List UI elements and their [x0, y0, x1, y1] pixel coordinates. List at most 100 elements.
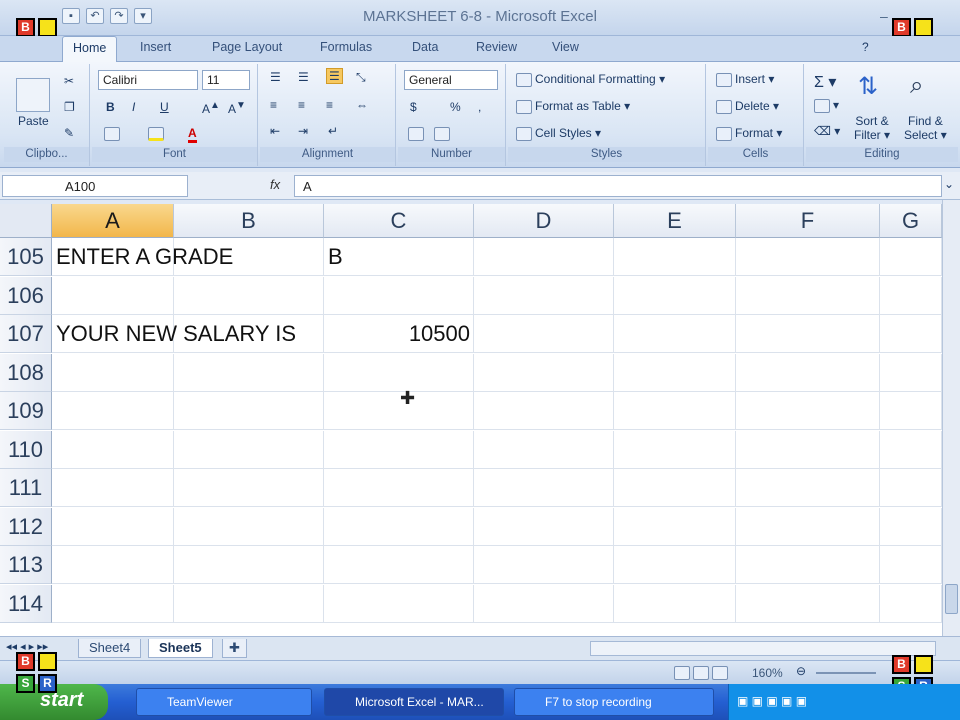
- cell[interactable]: [880, 238, 942, 276]
- cell[interactable]: [174, 392, 324, 430]
- cell[interactable]: [474, 584, 614, 623]
- cell[interactable]: [736, 392, 880, 430]
- grow-font-icon[interactable]: A▲: [202, 100, 220, 116]
- find-binoculars-icon[interactable]: ⌕: [910, 72, 923, 100]
- align-left-icon[interactable]: ≡: [270, 98, 277, 112]
- cell[interactable]: [174, 469, 324, 507]
- cell[interactable]: [474, 353, 614, 392]
- tab-page-layout[interactable]: Page Layout: [212, 40, 282, 54]
- currency-button[interactable]: $: [410, 100, 417, 114]
- cell[interactable]: [614, 507, 736, 546]
- insert-function-button[interactable]: fx: [270, 177, 280, 192]
- autosum-icon[interactable]: Σ ▾: [814, 72, 836, 92]
- cell[interactable]: [174, 353, 324, 392]
- row-header[interactable]: 110: [0, 430, 52, 469]
- column-header-e[interactable]: E: [614, 204, 736, 238]
- paste-icon[interactable]: [16, 78, 50, 112]
- cell[interactable]: [474, 315, 614, 353]
- tab-data[interactable]: Data: [412, 40, 438, 54]
- row-header[interactable]: 112: [0, 507, 52, 546]
- cell[interactable]: [174, 507, 324, 546]
- cell-c-value[interactable]: [324, 431, 470, 469]
- delete-cells-button[interactable]: Delete ▾: [716, 99, 779, 114]
- cell[interactable]: [52, 276, 174, 315]
- cell-c-value[interactable]: 10500: [324, 315, 470, 353]
- tab-view[interactable]: View: [552, 40, 579, 54]
- cell-c-value[interactable]: [324, 585, 470, 623]
- cell-c-value[interactable]: [324, 238, 470, 276]
- expand-formula-bar-icon[interactable]: ⌄: [944, 177, 954, 191]
- increase-indent-icon[interactable]: ⇥: [298, 124, 308, 138]
- format-painter-icon[interactable]: ✎: [64, 126, 74, 140]
- minimize-icon[interactable]: –: [880, 8, 888, 24]
- cell[interactable]: [736, 507, 880, 546]
- taskbar-item-excel[interactable]: Microsoft Excel - MAR...: [324, 688, 504, 716]
- cell[interactable]: [614, 392, 736, 430]
- italic-button[interactable]: I: [132, 100, 135, 114]
- borders-icon[interactable]: [104, 126, 123, 141]
- align-center-icon[interactable]: ≡: [298, 98, 305, 112]
- cell[interactable]: [52, 430, 174, 469]
- cell[interactable]: [174, 584, 324, 623]
- zoom-slider[interactable]: [816, 672, 876, 674]
- taskbar-item-teamviewer[interactable]: TeamViewer: [136, 688, 312, 716]
- cell[interactable]: [474, 430, 614, 469]
- vertical-scrollbar[interactable]: [942, 200, 960, 636]
- column-header-g[interactable]: G: [880, 204, 942, 238]
- sort-filter-icon[interactable]: ⇅: [858, 72, 878, 101]
- column-header-a[interactable]: A: [52, 204, 174, 238]
- cell[interactable]: [880, 315, 942, 353]
- cell[interactable]: [880, 507, 942, 546]
- font-color-icon[interactable]: A: [188, 126, 197, 143]
- cell[interactable]: [474, 392, 614, 430]
- row-header[interactable]: 108: [0, 353, 52, 392]
- fill-color-icon[interactable]: [148, 126, 167, 141]
- zoom-out-icon[interactable]: ⊖: [796, 664, 806, 678]
- number-format-select[interactable]: General: [404, 70, 498, 90]
- cell[interactable]: [880, 276, 942, 315]
- cell[interactable]: [174, 430, 324, 469]
- align-right-icon[interactable]: ≡: [326, 98, 333, 112]
- cell[interactable]: [736, 584, 880, 623]
- name-box[interactable]: A100: [2, 175, 188, 197]
- cell-styles-button[interactable]: Cell Styles ▾: [516, 126, 601, 141]
- font-name-select[interactable]: Calibri: [98, 70, 198, 90]
- cell-a-text[interactable]: YOUR NEW SALARY IS: [56, 315, 296, 353]
- clear-icon[interactable]: ⌫ ▾: [814, 124, 840, 138]
- cell[interactable]: [736, 238, 880, 276]
- cell-c-value[interactable]: [324, 277, 470, 315]
- cell-c-value[interactable]: [324, 354, 470, 392]
- bold-button[interactable]: B: [106, 100, 115, 114]
- copy-icon[interactable]: ❐: [64, 100, 75, 114]
- align-top-icon[interactable]: ☰: [270, 70, 281, 84]
- row-header[interactable]: 114: [0, 584, 52, 623]
- cell[interactable]: [474, 276, 614, 315]
- tab-insert[interactable]: Insert: [140, 40, 171, 54]
- vertical-scroll-thumb[interactable]: [945, 584, 958, 614]
- cell[interactable]: [880, 584, 942, 623]
- cell[interactable]: [614, 430, 736, 469]
- cell[interactable]: [52, 392, 174, 430]
- decrease-indent-icon[interactable]: ⇤: [270, 124, 280, 138]
- format-as-table-button[interactable]: Format as Table ▾: [516, 99, 630, 114]
- cell[interactable]: [880, 430, 942, 469]
- select-all-corner[interactable]: [0, 204, 52, 238]
- cut-icon[interactable]: ✂: [64, 74, 74, 88]
- tab-formulas[interactable]: Formulas: [320, 40, 372, 54]
- row-header[interactable]: 111: [0, 469, 52, 507]
- underline-button[interactable]: U: [160, 100, 169, 114]
- cell[interactable]: [474, 469, 614, 507]
- insert-cells-button[interactable]: Insert ▾: [716, 72, 774, 87]
- cell[interactable]: [614, 353, 736, 392]
- cell[interactable]: [614, 315, 736, 353]
- comma-style-icon[interactable]: ,: [478, 100, 481, 114]
- align-middle-icon[interactable]: ☰: [298, 70, 309, 84]
- cell[interactable]: [474, 546, 614, 584]
- cell[interactable]: [52, 546, 174, 584]
- sheet-tab-sheet4[interactable]: Sheet4: [78, 639, 142, 658]
- orientation-icon[interactable]: ⤡: [356, 70, 366, 85]
- cell[interactable]: [474, 507, 614, 546]
- cell[interactable]: [52, 584, 174, 623]
- row-header[interactable]: 109: [0, 392, 52, 430]
- wrap-text-icon[interactable]: ↵: [328, 124, 338, 138]
